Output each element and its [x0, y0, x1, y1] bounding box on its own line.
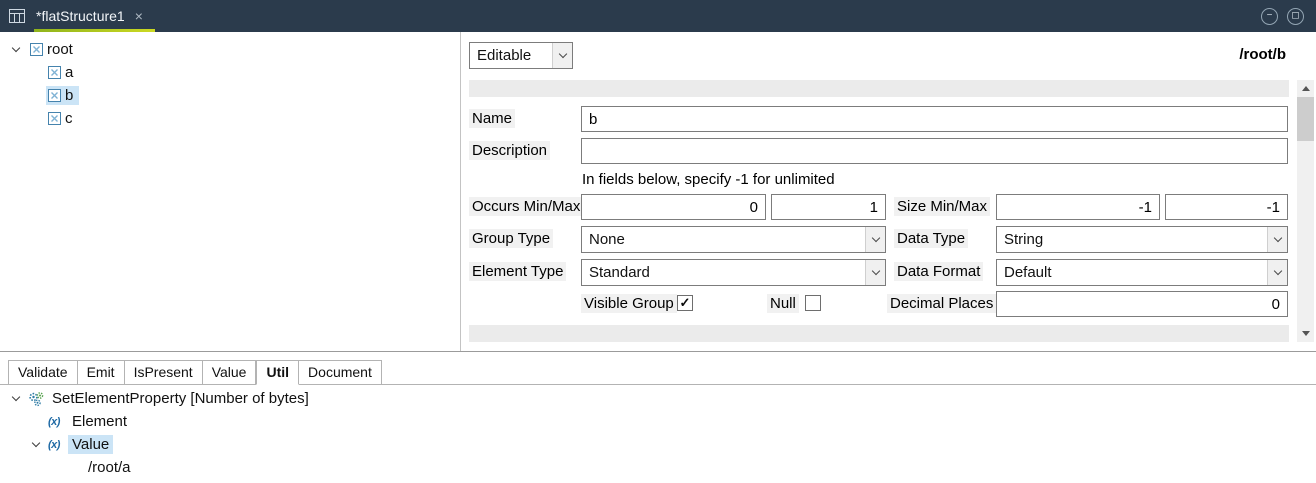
element-type-label: Element Type: [469, 262, 566, 281]
active-tab-accent: [34, 29, 155, 32]
tab-validate[interactable]: Validate: [8, 360, 78, 385]
scroll-down-arrow-icon[interactable]: [1297, 325, 1314, 342]
tree-item-b[interactable]: b: [0, 84, 460, 107]
visible-group-label: Visible Group: [581, 294, 677, 313]
size-min-input[interactable]: [996, 194, 1160, 220]
chevron-down-icon[interactable]: [28, 437, 44, 453]
main-area: root a b: [0, 32, 1316, 352]
tree-item-label: /root/a: [84, 458, 135, 477]
group-type-select[interactable]: None: [581, 226, 886, 253]
chevron-down-icon[interactable]: [1267, 260, 1287, 285]
data-format-label: Data Format: [894, 262, 983, 281]
vertical-scrollbar[interactable]: [1297, 80, 1314, 342]
tree-item-setelementproperty[interactable]: SetElementProperty [Number of bytes]: [0, 387, 1316, 410]
tree-item-label: b: [65, 87, 73, 104]
selected-tree-node[interactable]: Value: [68, 435, 113, 454]
title-bar: *flatStructure1 × − ◻: [0, 0, 1316, 32]
structure-editor-icon: [0, 0, 34, 32]
chevron-down-icon[interactable]: [1267, 227, 1287, 252]
chevron-down-icon[interactable]: [865, 260, 885, 285]
document-tab-label: *flatStructure1: [36, 8, 125, 24]
app-window: *flatStructure1 × − ◻ root: [0, 0, 1316, 483]
data-format-select[interactable]: Default: [996, 259, 1288, 286]
selected-tree-node[interactable]: b: [46, 86, 79, 105]
data-type-select[interactable]: String: [996, 226, 1288, 253]
name-input[interactable]: [581, 106, 1288, 132]
unlimited-hint-text: In fields below, specify -1 for unlimite…: [582, 171, 835, 188]
name-label: Name: [469, 109, 515, 128]
section-divider-bottom: [469, 325, 1289, 342]
occurs-max-input[interactable]: [771, 194, 886, 220]
function-panel: Validate Emit IsPresent Value Util Docum…: [0, 352, 1316, 482]
maximize-button[interactable]: ◻: [1287, 8, 1304, 25]
element-icon: [48, 112, 61, 125]
structure-tree-panel: root a b: [0, 32, 461, 351]
null-label: Null: [767, 294, 799, 313]
variable-icon: (x): [48, 439, 68, 451]
chevron-down-icon[interactable]: [552, 43, 572, 68]
tree-item-a[interactable]: a: [0, 61, 460, 84]
chevron-down-icon[interactable]: [8, 42, 24, 58]
section-divider-top: [469, 80, 1289, 97]
element-properties-panel: Editable /root/b Name Description In fie…: [461, 32, 1316, 351]
tree-item-label: c: [65, 110, 73, 127]
chevron-down-icon[interactable]: [865, 227, 885, 252]
scroll-up-arrow-icon[interactable]: [1297, 80, 1314, 97]
tree-item-value-arg[interactable]: (x) Value: [0, 433, 1316, 456]
group-type-label: Group Type: [469, 229, 553, 248]
element-path: /root/b: [1239, 46, 1286, 63]
element-icon: [30, 43, 43, 56]
element-icon: [48, 66, 61, 79]
visible-group-checkbox[interactable]: [677, 295, 693, 311]
tab-util[interactable]: Util: [256, 360, 299, 385]
data-type-label: Data Type: [894, 229, 968, 248]
tree-item-label: Element: [68, 412, 131, 431]
element-icon: [48, 89, 61, 102]
description-label: Description: [469, 141, 550, 160]
util-function-tree: SetElementProperty [Number of bytes] (x)…: [0, 385, 1316, 479]
tab-ispresent[interactable]: IsPresent: [125, 360, 203, 385]
tree-item-label: a: [65, 64, 73, 81]
tree-item-root[interactable]: root: [0, 38, 460, 61]
scrollbar-thumb[interactable]: [1297, 97, 1314, 141]
size-min-max-label: Size Min/Max: [894, 197, 990, 216]
tab-document[interactable]: Document: [299, 360, 382, 385]
tree-item-value-path[interactable]: /root/a: [0, 456, 1316, 479]
chevron-down-icon[interactable]: [8, 391, 24, 407]
tree-item-label: root: [47, 41, 73, 58]
tree-item-element-arg[interactable]: (x) Element: [0, 410, 1316, 433]
tree-item-label: SetElementProperty [Number of bytes]: [48, 389, 313, 408]
decimal-places-input[interactable]: [996, 291, 1288, 317]
size-max-input[interactable]: [1165, 194, 1288, 220]
tab-close-icon[interactable]: ×: [135, 8, 143, 24]
element-type-select[interactable]: Standard: [581, 259, 886, 286]
null-checkbox[interactable]: [805, 295, 821, 311]
function-tabs: Validate Emit IsPresent Value Util Docum…: [0, 352, 1316, 385]
occurs-min-max-label: Occurs Min/Max: [469, 197, 583, 216]
titlebar-buttons: − ◻: [1261, 0, 1316, 32]
function-gears-icon: [28, 391, 48, 407]
collapse-button[interactable]: −: [1261, 8, 1278, 25]
occurs-min-input[interactable]: [581, 194, 766, 220]
tab-emit[interactable]: Emit: [78, 360, 125, 385]
document-tab[interactable]: *flatStructure1 ×: [34, 0, 155, 32]
variable-icon: (x): [48, 416, 68, 428]
description-input[interactable]: [581, 138, 1288, 164]
edit-mode-select[interactable]: Editable: [469, 42, 573, 69]
decimal-places-label: Decimal Places: [887, 294, 996, 313]
edit-mode-value: Editable: [470, 43, 552, 68]
tree-item-c[interactable]: c: [0, 107, 460, 130]
tab-value[interactable]: Value: [203, 360, 257, 385]
